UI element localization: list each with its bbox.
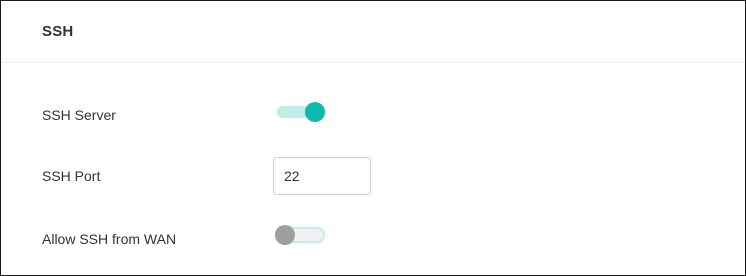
panel-header: SSH [1,1,745,63]
allow-ssh-wan-toggle-knob [275,225,295,245]
ssh-port-label: SSH Port [42,168,101,184]
ssh-settings-panel: SSH SSH Server SSH Port Allow SSH from W… [0,0,746,276]
allow-ssh-wan-toggle[interactable] [273,224,327,246]
ssh-port-input[interactable] [273,157,371,195]
ssh-server-toggle[interactable] [273,101,327,123]
ssh-server-label: SSH Server [42,107,116,123]
allow-ssh-wan-label: Allow SSH from WAN [42,231,177,247]
ssh-server-toggle-knob [305,102,325,122]
panel-title: SSH [42,23,74,40]
